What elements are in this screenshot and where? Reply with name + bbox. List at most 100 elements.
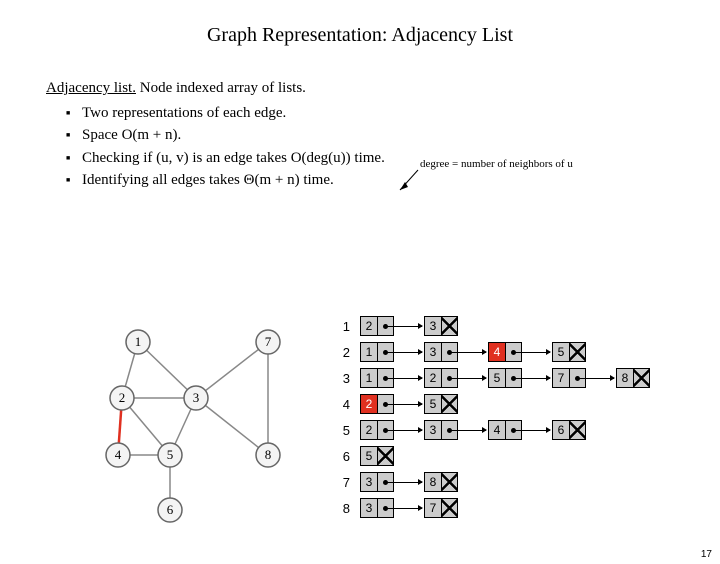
svg-text:2: 2 [119,390,126,405]
adj-cell-value: 8 [425,473,442,491]
adj-cell: 5 [488,368,522,388]
adj-cell-value: 3 [425,343,442,361]
null-pointer-icon [378,447,393,465]
lead-desc: Node indexed array of lists. [136,80,306,96]
adj-cell-value: 5 [425,395,442,413]
adj-cell-value: 4 [489,343,506,361]
bullet-item: Checking if (u, v) is an edge takes O(de… [66,147,674,170]
svg-text:4: 4 [115,447,122,462]
slide-title: Graph Representation: Adjacency List [0,24,720,47]
adj-row-index: 3 [330,371,360,386]
adj-cell: 7 [552,368,586,388]
adj-cell: 3 [424,342,458,362]
svg-text:1: 1 [135,334,142,349]
adj-cell-value: 7 [425,499,442,517]
adj-row: 83 7 [330,496,680,520]
svg-text:6: 6 [167,502,174,517]
pointer-arrow-icon [570,369,585,387]
adj-cell: 5 [360,446,394,466]
pointer-arrow-icon [378,421,393,439]
adj-row: 12 3 [330,314,680,338]
svg-text:5: 5 [167,447,174,462]
adj-cell: 6 [552,420,586,440]
lead-term: Adjacency list. [46,80,136,96]
pointer-arrow-icon [378,395,393,413]
adj-cell-value: 5 [361,447,378,465]
adj-row: 21 3 4 5 [330,340,680,364]
adj-row-index: 5 [330,423,360,438]
pointer-arrow-icon [442,343,457,361]
adj-cell-value: 3 [425,317,442,335]
adj-cell: 8 [424,472,458,492]
adj-cell: 5 [424,394,458,414]
adj-cell: 2 [360,316,394,336]
adjacency-list-table: 123213453125784255234665738837 [330,314,680,522]
adj-cell-value: 3 [361,499,378,517]
adj-row-index: 2 [330,345,360,360]
pointer-arrow-icon [378,369,393,387]
bullet-list: Two representations of each edge. Space … [66,102,674,192]
pointer-arrow-icon [506,343,521,361]
adj-cell-value: 5 [489,369,506,387]
adj-cell: 5 [552,342,586,362]
adj-cell-value: 3 [361,473,378,491]
adj-row-index: 1 [330,319,360,334]
null-pointer-icon [442,317,457,335]
pointer-arrow-icon [378,343,393,361]
adj-cell: 2 [424,368,458,388]
graph-diagram: 1 2 3 4 5 6 7 8 [90,320,310,530]
adj-cell-value: 2 [361,421,378,439]
adj-row: 73 8 [330,470,680,494]
adj-cell: 1 [360,368,394,388]
adj-cell: 3 [360,498,394,518]
adj-cell-value: 3 [425,421,442,439]
null-pointer-icon [442,395,457,413]
pointer-arrow-icon [442,369,457,387]
adj-cell-value: 2 [361,395,378,413]
adj-cell-value: 4 [489,421,506,439]
null-pointer-icon [442,499,457,517]
bullet-item: Space O(m + n). [66,124,674,147]
content-block: Adjacency list. Node indexed array of li… [46,77,674,192]
adj-cell-value: 1 [361,343,378,361]
annotation-arrow-icon [396,168,420,194]
adj-cell: 2 [360,420,394,440]
adj-cell: 2 [360,394,394,414]
adj-row-index: 4 [330,397,360,412]
page-number: 17 [701,549,712,560]
adj-cell-value: 6 [553,421,570,439]
adj-cell: 3 [424,420,458,440]
adj-cell-value: 1 [361,369,378,387]
null-pointer-icon [570,343,585,361]
adj-row: 52 3 4 6 [330,418,680,442]
adj-cell-value: 8 [617,369,634,387]
adj-cell-value: 2 [425,369,442,387]
null-pointer-icon [570,421,585,439]
svg-text:8: 8 [265,447,272,462]
pointer-arrow-icon [442,421,457,439]
adj-cell: 1 [360,342,394,362]
null-pointer-icon [634,369,649,387]
adj-row: 42 5 [330,392,680,416]
adj-row-index: 8 [330,501,360,516]
pointer-arrow-icon [506,421,521,439]
adj-row: 65 [330,444,680,468]
adj-cell: 3 [360,472,394,492]
svg-text:7: 7 [265,334,272,349]
adj-cell: 7 [424,498,458,518]
adj-row-index: 6 [330,449,360,464]
pointer-arrow-icon [378,473,393,491]
adj-cell-value: 7 [553,369,570,387]
adj-row-index: 7 [330,475,360,490]
bullet-item: Two representations of each edge. [66,102,674,125]
adj-cell: 4 [488,342,522,362]
pointer-arrow-icon [378,499,393,517]
adj-row: 31 2 5 7 8 [330,366,680,390]
svg-text:3: 3 [193,390,200,405]
bullet-item: Identifying all edges takes Θ(m + n) tim… [66,169,674,192]
adj-cell: 8 [616,368,650,388]
annotation-degree: degree = number of neighbors of u [420,158,573,170]
adj-cell-value: 2 [361,317,378,335]
adj-cell-value: 5 [553,343,570,361]
null-pointer-icon [442,473,457,491]
